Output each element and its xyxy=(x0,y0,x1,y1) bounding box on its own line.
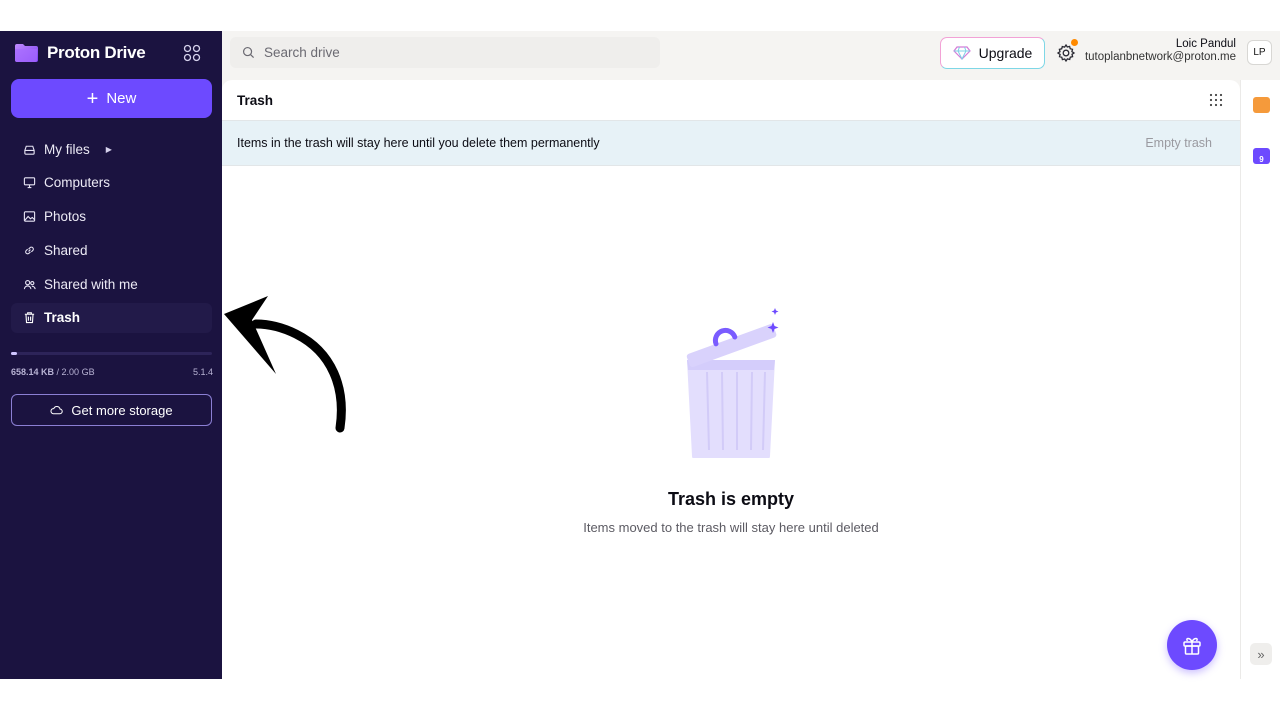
banner-text: Items in the trash will stay here until … xyxy=(237,136,600,150)
sidebar-item-label: Photos xyxy=(44,209,87,225)
sidebar-item-my-files[interactable]: My files ▶ xyxy=(11,134,212,164)
new-button-label: New xyxy=(106,90,137,107)
trash-info-banner: Items in the trash will stay here until … xyxy=(222,120,1240,166)
monitor-icon xyxy=(23,177,36,189)
cloud-icon xyxy=(24,145,35,155)
brand-name: Proton Drive xyxy=(47,43,146,62)
user-info[interactable]: Loic Pandul tutoplanbnetwork@proton.me xyxy=(1085,38,1236,63)
grid-view-icon[interactable] xyxy=(1209,93,1223,107)
sidebar-item-trash[interactable]: Trash xyxy=(11,302,212,333)
users-icon xyxy=(23,279,36,289)
brand[interactable]: Proton Drive xyxy=(14,43,146,63)
annotation-arrow-icon xyxy=(224,296,346,433)
sidebar-item-label: Shared xyxy=(44,242,88,258)
settings-button[interactable] xyxy=(1056,39,1078,63)
storage-progress-fill xyxy=(11,352,18,355)
right-rail: 9 » xyxy=(1240,80,1280,679)
get-more-storage-label: Get more storage xyxy=(71,402,173,418)
expand-rail-button[interactable]: » xyxy=(1250,643,1272,665)
contacts-app-icon[interactable] xyxy=(1253,97,1270,113)
empty-trash-illustration xyxy=(686,308,779,458)
gear-icon xyxy=(1056,43,1076,63)
storage-total: 2.00 GB xyxy=(61,367,95,377)
sidebar-item-photos[interactable]: Photos xyxy=(11,202,212,232)
sidebar-item-shared[interactable]: Shared xyxy=(11,235,212,265)
gift-icon xyxy=(1183,637,1201,655)
plus-icon: + xyxy=(86,87,99,110)
proton-drive-logo xyxy=(15,44,38,62)
app-version: 5.1.4 xyxy=(193,367,214,377)
app-window: Proton Drive + New My files ▶ Computers … xyxy=(0,31,1280,679)
caret-right-icon[interactable]: ▶ xyxy=(106,145,112,154)
search-icon xyxy=(242,46,255,59)
sidebar-item-label: Shared with me xyxy=(44,276,138,292)
sidebar-item-computers[interactable]: Computers xyxy=(11,168,212,198)
sidebar-item-label: Trash xyxy=(44,310,81,326)
trash-icon xyxy=(24,312,35,324)
calendar-badge: 9 xyxy=(1259,155,1264,164)
search-bar[interactable] xyxy=(230,37,660,68)
cloud-icon xyxy=(50,406,64,415)
empty-trash-button[interactable]: Empty trash xyxy=(1145,136,1212,150)
link-icon xyxy=(25,246,34,255)
user-email: tutoplanbnetwork@proton.me xyxy=(1084,51,1236,63)
calendar-app-icon[interactable]: 9 xyxy=(1253,148,1270,164)
sidebar-item-label: Computers xyxy=(44,175,111,191)
image-icon xyxy=(23,211,36,222)
page-title: Trash xyxy=(237,93,274,108)
user-name: Loic Pandul xyxy=(1175,38,1236,50)
upgrade-label: Upgrade xyxy=(978,45,1033,61)
storage-used: 658.14 KB xyxy=(11,367,55,377)
diamond-icon xyxy=(952,46,971,60)
sidebar-item-shared-with-me[interactable]: Shared with me xyxy=(11,269,212,299)
search-input[interactable] xyxy=(264,45,624,60)
upgrade-button[interactable]: Upgrade xyxy=(940,37,1045,69)
empty-state-title: Trash is empty xyxy=(667,489,795,509)
gift-button[interactable] xyxy=(1167,620,1217,670)
chevrons-right-icon: » xyxy=(1257,646,1265,662)
sidebar-nav: My files ▶ Computers Photos Shared Share… xyxy=(11,134,212,337)
main-panel: Trash Items in the trash will stay here … xyxy=(222,80,1240,679)
notification-dot xyxy=(1071,39,1078,46)
storage-usage: 658.14 KB / 2.00 GB xyxy=(11,367,95,377)
sidebar: Proton Drive + New My files ▶ Computers … xyxy=(0,31,222,679)
apps-grid-icon[interactable] xyxy=(183,44,201,62)
storage-progress-bar xyxy=(11,352,212,355)
avatar[interactable]: LP xyxy=(1247,40,1272,65)
sidebar-item-label: My files xyxy=(44,141,90,157)
get-more-storage-button[interactable]: Get more storage xyxy=(11,394,212,426)
empty-state-subtitle: Items moved to the trash will stay here … xyxy=(583,520,879,535)
new-button[interactable]: + New xyxy=(11,79,212,118)
storage-separator: / xyxy=(54,367,62,377)
